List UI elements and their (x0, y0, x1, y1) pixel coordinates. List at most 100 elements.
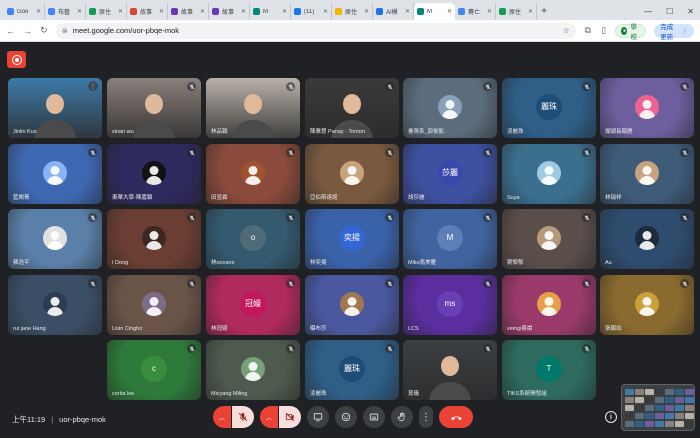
browser-tab[interactable]: 故事 ✕ (168, 3, 209, 20)
extensions-icon[interactable]: ⧉ (584, 25, 592, 36)
tab-close-icon[interactable]: ✕ (36, 8, 41, 15)
self-view-thumbnail[interactable] (621, 384, 695, 431)
tab-title: (11) (304, 8, 315, 15)
browser-tab[interactable]: Goo ✕ (4, 3, 45, 20)
participant-tile[interactable]: 麗珠 淩麗珠 (305, 340, 399, 400)
tab-favicon-icon (458, 8, 465, 15)
participant-tile[interactable]: 臺灣系_郭俊凱 (403, 78, 497, 138)
site-info-icon[interactable]: ⊜ (62, 27, 68, 35)
participant-tile[interactable]: 冠嫚 林冠嫚 (206, 275, 300, 335)
mic-off-icon (385, 213, 394, 222)
participant-tile[interactable]: 東華大學-陳嘉穎 (107, 144, 201, 204)
tab-close-icon[interactable]: ✕ (364, 8, 369, 15)
update-button[interactable]: 完成更新 ⋮ (654, 23, 695, 41)
participant-tile[interactable]: o 林oceane (206, 209, 300, 269)
profile-chip[interactable]: ● 學校 (615, 23, 647, 41)
browser-tab[interactable]: AI模 ✕ (373, 3, 414, 20)
more-options-button[interactable]: ⋮ (419, 406, 433, 428)
sidepanel-icon[interactable]: ▯ (600, 25, 608, 36)
browser-tab[interactable]: 故事 ✕ (127, 3, 168, 20)
participant-tile[interactable]: Lisin Cingho (107, 275, 201, 335)
participant-tile[interactable]: 亞伯斯達諾 (305, 144, 399, 204)
participant-tile[interactable]: I Dong (107, 209, 201, 269)
browser-tab[interactable]: (11) ✕ (291, 3, 332, 20)
mic-toggle-button[interactable] (232, 406, 254, 428)
tab-close-icon[interactable]: ✕ (200, 8, 205, 15)
tab-favicon-icon (499, 8, 506, 15)
reload-icon[interactable]: ↻ (40, 25, 48, 36)
participant-tile[interactable]: Au (600, 209, 694, 269)
browser-tab[interactable]: 原住 ✕ (496, 3, 537, 20)
close-icon[interactable]: ✕ (687, 7, 694, 16)
browser-tab[interactable]: 原住 ✕ (332, 3, 373, 20)
tab-close-icon[interactable]: ✕ (323, 8, 328, 15)
participant-tile[interactable]: 蘇浩平 (8, 209, 102, 269)
participant-tile[interactable]: 劉黎郁 (502, 209, 596, 269)
minimize-icon[interactable]: — (644, 7, 652, 16)
participant-tile[interactable]: 麗珠 淩麗珠 (502, 78, 596, 138)
tab-close-icon[interactable]: ✕ (487, 8, 492, 15)
browser-tab[interactable]: 原住 ✕ (86, 3, 127, 20)
tab-close-icon[interactable]: ✕ (241, 8, 246, 15)
record-icon[interactable] (7, 51, 26, 68)
participant-tile[interactable]: T TIKS系統開發組 (502, 340, 596, 400)
participant-tile[interactable]: M Miko馬美雁 (403, 209, 497, 269)
tab-favicon-icon (171, 8, 178, 15)
browser-tab[interactable]: M ✕ (250, 3, 291, 20)
browser-tab[interactable]: M ✕ (414, 3, 455, 20)
camera-options-button[interactable]: ︿ (260, 406, 278, 428)
back-icon[interactable]: ← (6, 26, 15, 36)
mic-off-icon (582, 279, 591, 288)
maximize-icon[interactable]: ☐ (666, 7, 673, 16)
url-text[interactable]: meet.google.com/uor-pbqe-mok (73, 26, 558, 35)
present-button[interactable] (307, 406, 329, 428)
leave-call-button[interactable] (439, 406, 473, 428)
participant-tile[interactable]: ms LCS (403, 275, 497, 335)
more-vert-icon[interactable]: ⋮ (88, 81, 98, 91)
self-view-mini-tile (685, 405, 694, 411)
self-view-mini-tile (685, 389, 694, 395)
participant-tile[interactable]: 田昱霖 (206, 144, 300, 204)
self-view-mini-tile (635, 421, 644, 427)
tab-favicon-icon (89, 8, 96, 15)
participant-tile[interactable]: xinan wu (107, 78, 201, 138)
participant-tile[interactable]: 莎麗 胡莎麗 (403, 144, 497, 204)
mic-options-button[interactable]: ︿ (213, 406, 231, 428)
participant-tile[interactable]: 藍姵菁 (8, 144, 102, 204)
participant-tile[interactable]: veingi蔣甫 (502, 275, 596, 335)
info-icon[interactable]: i (605, 411, 617, 423)
participant-tile[interactable]: 張穎如 (600, 275, 694, 335)
participant-avatar (43, 160, 67, 185)
participant-tile[interactable]: 曝布莎 (305, 275, 399, 335)
participant-tile[interactable]: 蔦儀 (403, 340, 497, 400)
tab-close-icon[interactable]: ✕ (159, 8, 164, 15)
participant-tile[interactable]: 林品穎 (206, 78, 300, 138)
participant-tile[interactable]: rui jane Hang (8, 275, 102, 335)
participant-tile[interactable]: Suya (502, 144, 596, 204)
address-bar[interactable]: ⊜ meet.google.com/uor-pbqe-mok ☆ (55, 22, 576, 39)
tab-close-icon[interactable]: ✕ (447, 8, 452, 15)
raise-hand-button[interactable] (391, 406, 413, 428)
tab-close-icon[interactable]: ✕ (77, 8, 82, 15)
forward-icon[interactable]: → (23, 26, 32, 36)
bookmark-star-icon[interactable]: ☆ (563, 26, 570, 35)
tab-close-icon[interactable]: ✕ (118, 8, 123, 15)
participant-tile[interactable]: 奕揚 林奕揚 (305, 209, 399, 269)
browser-tab[interactable]: 故事 ✕ (209, 3, 250, 20)
browser-tab[interactable]: 布藝 ✕ (45, 3, 86, 20)
emoji-button[interactable] (335, 406, 357, 428)
mic-off-icon (582, 148, 591, 157)
participant-tile[interactable]: c cerita lee (107, 340, 201, 400)
tab-close-icon[interactable]: ✕ (528, 8, 533, 15)
new-tab-button[interactable]: + (537, 3, 551, 20)
tab-close-icon[interactable]: ✕ (282, 8, 287, 15)
participant-tile[interactable]: ⋮ Jinlin Kuo (8, 78, 102, 138)
participant-tile[interactable]: 陳雅慧 Panay · Tomon (305, 78, 399, 138)
participant-tile[interactable]: 瑚瑚長頸鹿 (600, 78, 694, 138)
participant-tile[interactable]: 林瑞祥 (600, 144, 694, 204)
captions-button[interactable] (363, 406, 385, 428)
browser-tab[interactable]: 賽亡 ✕ (455, 3, 496, 20)
participant-tile[interactable]: Micyang Miling (206, 340, 300, 400)
camera-toggle-button[interactable] (279, 406, 301, 428)
tab-close-icon[interactable]: ✕ (405, 8, 410, 15)
